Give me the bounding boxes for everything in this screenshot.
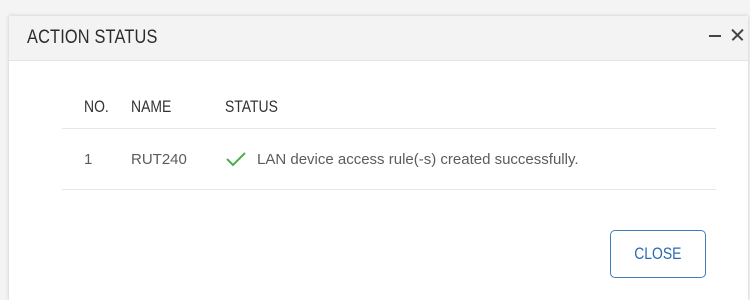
row-device-name: RUT240 bbox=[131, 128, 225, 190]
window-controls bbox=[708, 26, 744, 44]
row-number: 1 bbox=[62, 128, 131, 190]
checkmark-icon bbox=[226, 152, 246, 167]
table-header-row: NO. NAME STATUS bbox=[62, 86, 716, 129]
minimize-icon[interactable] bbox=[708, 26, 722, 44]
column-header-status: STATUS bbox=[225, 86, 716, 129]
dialog-title: ACTION STATUS bbox=[27, 27, 158, 48]
dialog-header: ACTION STATUS bbox=[9, 16, 748, 61]
close-icon[interactable] bbox=[730, 26, 744, 44]
action-status-dialog: ACTION STATUS NO. NAME STATUS 1 RUT240 L… bbox=[9, 16, 748, 300]
row-status: LAN device access rule(-s) created succe… bbox=[225, 128, 716, 190]
column-header-name: NAME bbox=[131, 86, 225, 129]
column-header-no: NO. bbox=[62, 86, 131, 129]
table-row: 1 RUT240 LAN device access rule(-s) crea… bbox=[62, 128, 716, 190]
results-table: NO. NAME STATUS 1 RUT240 LAN device acce… bbox=[62, 86, 716, 190]
close-button[interactable]: CLOSE bbox=[610, 230, 706, 278]
status-message: LAN device access rule(-s) created succe… bbox=[257, 150, 579, 168]
